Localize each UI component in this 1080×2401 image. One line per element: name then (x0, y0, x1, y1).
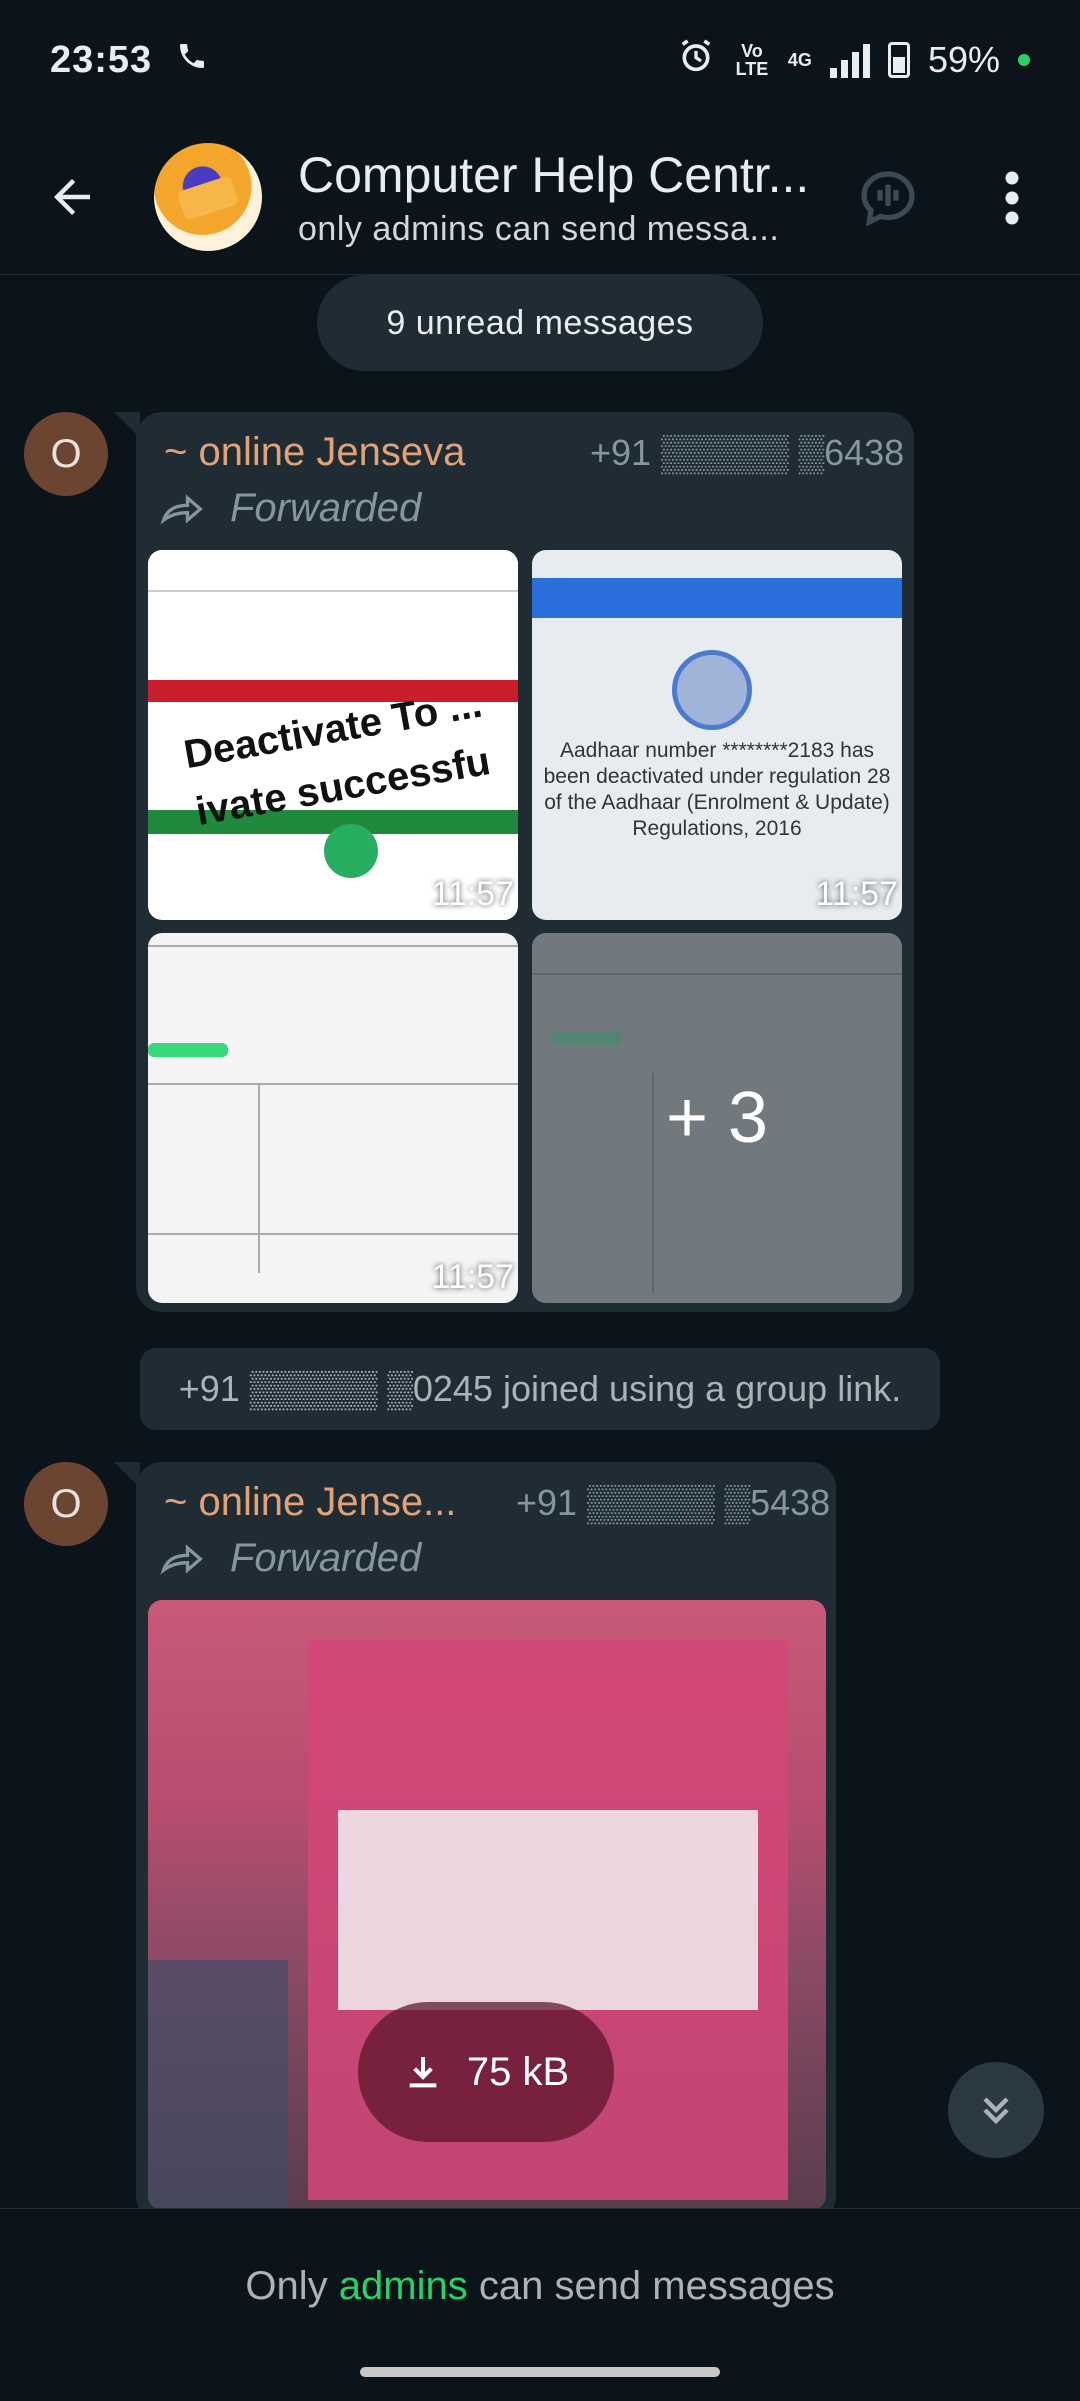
bubble-tail (114, 412, 140, 438)
media-thumbnail[interactable]: 11:57 (148, 933, 518, 1303)
signal-icon (829, 42, 870, 78)
admins-link[interactable]: admins (339, 2264, 468, 2308)
bubble-tail (114, 1462, 140, 1488)
system-message: +91 ▒▒▒▒▒ ▒0245 joined using a group lin… (140, 1348, 940, 1430)
media-thumbnail-more[interactable]: + 3 (532, 933, 902, 1303)
sender-avatar[interactable]: O (24, 412, 108, 496)
more-options-icon[interactable] (972, 158, 1052, 238)
privacy-indicator-dot (1018, 54, 1030, 66)
sender-name[interactable]: ~ online Jense... (164, 1480, 456, 1525)
download-icon (409, 2057, 437, 2088)
scroll-to-bottom-button[interactable] (948, 2062, 1044, 2158)
back-arrow-icon[interactable] (30, 155, 114, 239)
voice-chat-icon[interactable] (848, 158, 928, 238)
double-chevron-down-icon (983, 2097, 1009, 2125)
media-time: 11:57 (431, 1258, 514, 1296)
forwarded-text: Forwarded (230, 486, 422, 530)
sender-name[interactable]: ~ online Jenseva (164, 430, 465, 475)
sender-phone: +91 ▒▒▒▒▒ ▒5438 (516, 1482, 831, 1523)
sender-phone: +91 ▒▒▒▒▒ ▒6438 (590, 432, 905, 473)
footer-notice: Only admins can send messages (0, 2208, 1080, 2401)
message-bubble[interactable]: ~ online Jenseva +91 ▒▒▒▒▒ ▒6438 Forward… (114, 412, 914, 1312)
media-thumbnail[interactable]: Aadhaar number ********2183 has been dea… (532, 550, 902, 920)
battery-level: 59% (927, 39, 1000, 80)
media-thumbnail[interactable]: Deactivate To ... ivate successfu 11:57 (148, 550, 518, 920)
more-media-count: + 3 (532, 933, 902, 1303)
admins-only-notice: Only admins can send messages (245, 2264, 835, 2308)
chat-subtitle: only admins can send messa... (298, 209, 780, 248)
call-icon (176, 40, 208, 81)
thumbnail-overlay-text: Aadhaar number ********2183 has been dea… (543, 739, 891, 840)
status-time: 23:53 (50, 38, 153, 81)
download-size: 75 kB (466, 2049, 570, 2094)
forwarded-text: Forwarded (230, 1536, 422, 1580)
status-bar: 23:53 Vo LTE 4G 59% (0, 0, 1080, 120)
alarm-icon (676, 36, 716, 85)
media-time: 11:57 (431, 875, 514, 913)
chat-title: Computer Help Centr... (298, 146, 810, 203)
forwarded-label: Forwarded (160, 486, 421, 531)
chat-header: Computer Help Centr... only admins can s… (0, 120, 1080, 275)
forward-arrow-icon (160, 1543, 203, 1574)
forward-arrow-icon (160, 493, 203, 524)
group-avatar[interactable] (154, 143, 262, 251)
home-indicator[interactable] (360, 2367, 720, 2377)
download-button[interactable]: 75 kB (358, 2002, 614, 2142)
forwarded-label: Forwarded (160, 1536, 421, 1581)
volte-indicator: Vo LTE (735, 41, 769, 79)
unread-messages-banner: 9 unread messages (317, 275, 763, 371)
network-type: 4G (787, 50, 812, 70)
battery-icon (887, 42, 910, 78)
media-time: 11:57 (815, 875, 898, 913)
chat-title-block[interactable]: Computer Help Centr... only admins can s… (298, 146, 818, 249)
sender-avatar[interactable]: O (24, 1462, 108, 1546)
